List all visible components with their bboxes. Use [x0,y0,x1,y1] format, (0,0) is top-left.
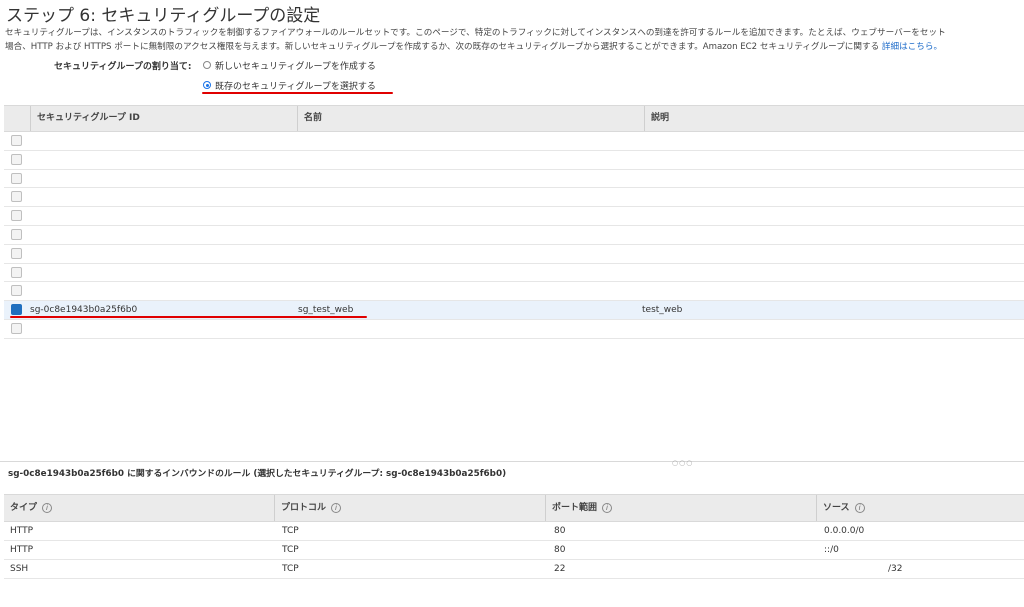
row-checkbox[interactable] [11,266,22,278]
cell-source: ::/0 [824,545,839,555]
header-protocol-label: プロトコル [281,503,327,513]
row-checkbox[interactable] [11,191,22,203]
row-checkbox[interactable] [11,322,22,334]
header-protocol: プロトコル i [274,495,541,521]
cell-type: HTTP [10,526,34,536]
radio-button-new[interactable] [203,61,211,69]
row-checkbox[interactable] [11,172,22,184]
radio-select-existing[interactable]: 既存のセキュリティグループを選択する [203,78,376,92]
row-checkbox[interactable] [11,153,22,165]
table-row[interactable] [4,264,1024,283]
table-row[interactable] [4,320,1024,339]
header-port-range-label: ポート範囲 [552,503,598,513]
table-row: SSH TCP 22/32 [4,560,1024,579]
learn-more-link[interactable]: 詳細はこちら。 [882,42,942,52]
table-row: HTTP TCP 80 0.0.0.0/0 [4,522,1024,541]
description-line-2-text: 場合、HTTP および HTTPS ポートに無制限のアクセス権限を与えます。新し… [5,42,882,52]
cell-source: /32 [888,564,903,574]
description-line-2: 場合、HTTP および HTTPS ポートに無制限のアクセス権限を与えます。新し… [5,40,1024,54]
info-icon[interactable]: i [854,503,865,513]
row-checkbox[interactable] [11,228,22,240]
info-icon[interactable]: i [331,503,342,513]
radio-button-existing[interactable] [203,81,211,89]
description-line-1: セキュリティグループは、インスタンスのトラフィックを制御するファイアウォールのル… [5,28,946,38]
info-icon[interactable]: i [42,503,53,513]
header-type: タイプ i [4,495,272,521]
table-row[interactable] [4,226,1024,245]
cell-port-range: 80 [554,545,566,555]
table-row[interactable] [4,188,1024,208]
annotation-underline-selected-row [10,316,367,318]
header-type-label: タイプ [10,503,38,513]
row-checkbox[interactable] [11,210,22,222]
page-title: ステップ 6: セキュリティグループの設定 [6,6,321,26]
row-checkbox[interactable] [11,135,22,146]
table-row[interactable] [4,245,1024,264]
pane-splitter[interactable] [0,461,1024,462]
cell-protocol: TCP [282,526,299,536]
cell-source: 0.0.0.0/0 [824,526,865,536]
radio-create-new-label: 新しいセキュリティグループを作成する [215,61,376,72]
cell-protocol: TCP [282,564,299,574]
table-row[interactable] [4,151,1024,170]
groups-table-header: セキュリティグループ ID 名前 説明 [4,105,1024,132]
radio-select-existing-label: 既存のセキュリティグループを選択する [215,81,376,92]
header-name[interactable]: 名前 [297,106,644,131]
inbound-rules-title: sg-0c8e1943b0a25f6b0 に関するインバウンドのルール (選択し… [8,469,507,479]
assignment-label: セキュリティグループの割り当て: [54,62,192,72]
table-row[interactable] [4,170,1024,189]
header-source: ソース i [816,495,1023,521]
row-checkbox[interactable] [11,285,22,297]
row-checkbox[interactable] [11,304,22,316]
header-description[interactable]: 説明 [644,106,1021,131]
annotation-underline-radio [202,92,393,94]
cell-description: test_web [642,305,683,316]
header-source-label: ソース [823,503,850,513]
table-row[interactable] [4,282,1024,302]
table-row: HTTP TCP 80::/0 [4,541,1024,560]
table-row[interactable] [4,207,1024,226]
radio-create-new[interactable]: 新しいセキュリティグループを作成する [203,58,376,72]
cell-protocol: TCP [282,545,299,555]
cell-type: HTTP [10,545,34,555]
page-description: セキュリティグループは、インスタンスのトラフィックを制御するファイアウォールのル… [5,26,1024,54]
cell-port-range: 22 [554,564,566,574]
row-checkbox[interactable] [11,247,22,259]
inbound-table-body: HTTP TCP 80 0.0.0.0/0 HTTP TCP 80::/0 SSH TCP 22/… [4,522,1024,579]
header-port-range: ポート範囲 i [545,495,812,521]
cell-type: SSH [10,564,29,574]
cell-port-range: 80 [554,526,566,536]
table-row[interactable] [4,132,1024,151]
header-group-id[interactable]: セキュリティグループ ID [30,106,297,131]
info-icon[interactable]: i [602,503,613,513]
header-checkbox-column [4,106,30,131]
inbound-table-header: タイプ i プロトコル i ポート範囲 i ソース i [4,494,1024,522]
groups-table-body: sg-0c8e1943b0a25f6b0 sg_test_web test_web [4,132,1024,339]
splitter-grip-icon[interactable]: ○○○ [672,459,693,467]
